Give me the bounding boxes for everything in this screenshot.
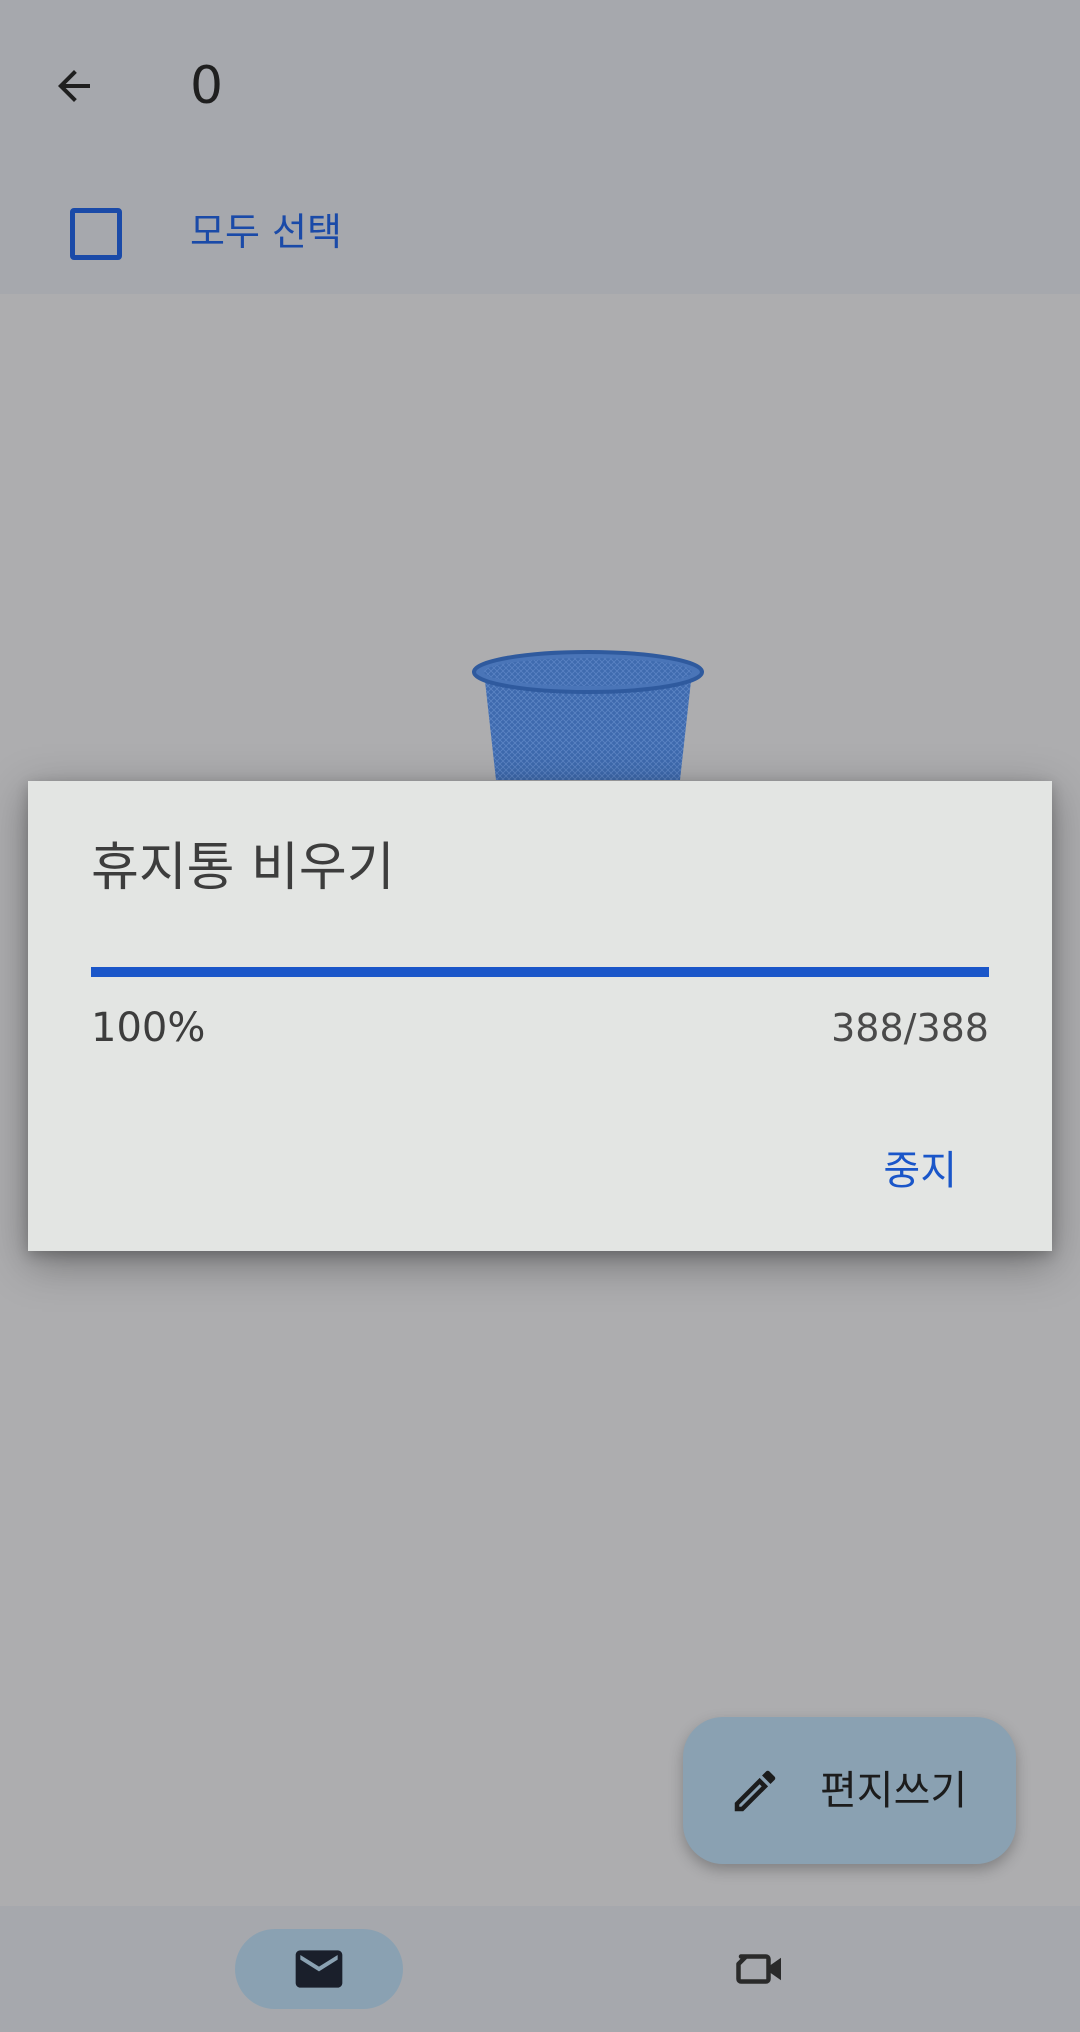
back-button[interactable]: [38, 50, 110, 122]
nav-meet-tab[interactable]: [716, 1929, 806, 2009]
progress-bar: [91, 967, 989, 977]
select-all-label[interactable]: 모두 선택: [190, 200, 342, 264]
trash-bin-illustration: [472, 650, 704, 780]
compose-button[interactable]: 편지쓰기: [683, 1717, 1016, 1864]
stop-button[interactable]: 중지: [883, 1141, 957, 1201]
progress-bar-fill: [91, 967, 989, 977]
dialog-title: 휴지통 비우기: [91, 838, 395, 898]
select-all-row[interactable]: 모두 선택: [0, 170, 1080, 294]
bottom-navigation: [0, 1906, 1080, 2032]
video-camera-icon: [736, 1954, 781, 1984]
arrow-left-icon: [58, 70, 90, 102]
progress-count: 388/388: [831, 1006, 989, 1050]
empty-trash-dialog: 휴지통 비우기 100% 388/388 중지: [28, 781, 1052, 1251]
progress-percent: 100%: [91, 1005, 206, 1051]
screen: 0 모두 선택 휴지통 비우기 100% 388/388 중지 편지쓰기: [0, 0, 1080, 2032]
selected-count: 0: [190, 56, 224, 116]
compose-label: 편지쓰기: [820, 1768, 968, 1814]
top-app-bar: 0: [0, 0, 1080, 170]
select-all-checkbox[interactable]: [70, 208, 122, 260]
nav-mail-tab[interactable]: [235, 1929, 403, 2009]
mail-icon: [295, 1950, 343, 1988]
pencil-icon: [734, 1770, 776, 1812]
